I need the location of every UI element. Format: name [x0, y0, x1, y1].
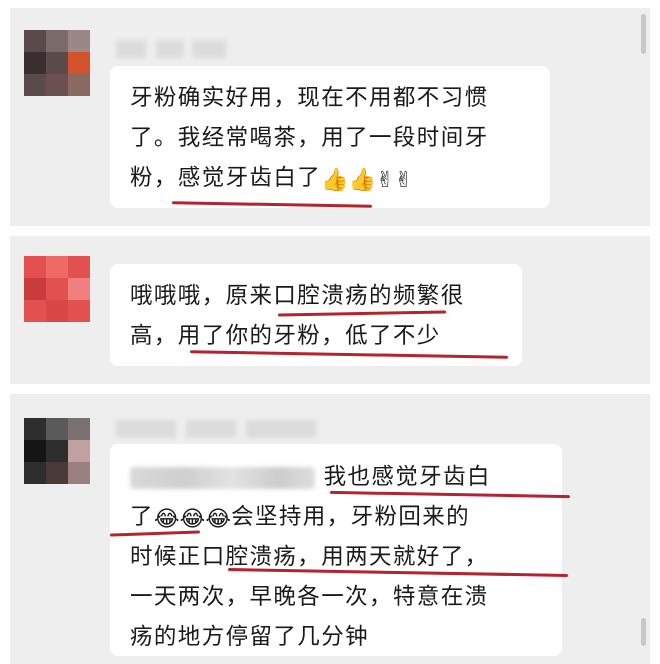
message-text-line: 时候正口腔溃疡，用两天就好了， [130, 544, 489, 570]
thumbs-up-icon: 👍 [348, 168, 377, 193]
message-text-line: 牙粉确实好用，现在不用都不习惯 [130, 85, 489, 111]
victory-hand-icon: ✌ [394, 168, 413, 193]
chat-message-3: 我也感觉牙齿白 了😂😂😂会坚持用，牙粉回来的 时候正口腔溃疡，用两天就好了， 一… [10, 394, 650, 664]
laughing-face-icon: 😂 [205, 507, 232, 532]
laughing-face-icon: 😂 [179, 507, 206, 532]
chat-message-2: 哦哦哦，原来口腔溃疡的频繁很 高，用了你的牙粉，低了不少 [10, 236, 650, 384]
avatar[interactable] [24, 418, 90, 484]
message-text-line: 我也感觉牙齿白 [130, 462, 491, 492]
message-text-line: 一天两次，早晚各一次，特意在溃 [130, 584, 489, 610]
laughing-face-icon: 😂 [153, 507, 180, 532]
thumbs-up-icon: 👍 [321, 168, 349, 193]
message-text-line: 疡的地方停留了几分钟 [130, 624, 370, 650]
message-text: 粉，感觉牙齿白了 [130, 165, 322, 191]
message-text-line: 了。我经常喝茶，用了一段时间牙 [130, 125, 489, 151]
message-text-line: 了😂😂😂会坚持用，牙粉回来的 [130, 502, 470, 533]
message-text-line: 粉，感觉牙齿白了👍👍✌✌ [130, 163, 413, 194]
message-text-line: 高，用了你的牙粉，低了不少 [130, 323, 441, 349]
message-text: 我也感觉牙齿白 [323, 464, 491, 490]
message-text-line: 哦哦哦，原来口腔溃疡的频繁很 [130, 283, 465, 309]
sender-name [116, 420, 346, 438]
sender-name [116, 40, 226, 58]
message-text: 了 [130, 504, 154, 530]
scrollbar[interactable] [641, 14, 646, 54]
avatar[interactable] [24, 256, 90, 322]
avatar[interactable] [24, 30, 90, 96]
blurred-quote [130, 466, 315, 489]
scrollbar[interactable] [641, 618, 646, 646]
message-text: 会坚持用，牙粉回来的 [231, 504, 471, 530]
chat-message-1: 牙粉确实好用，现在不用都不习惯 了。我经常喝茶，用了一段时间牙 粉，感觉牙齿白了… [10, 8, 650, 226]
victory-hand-icon: ✌ [376, 168, 395, 193]
